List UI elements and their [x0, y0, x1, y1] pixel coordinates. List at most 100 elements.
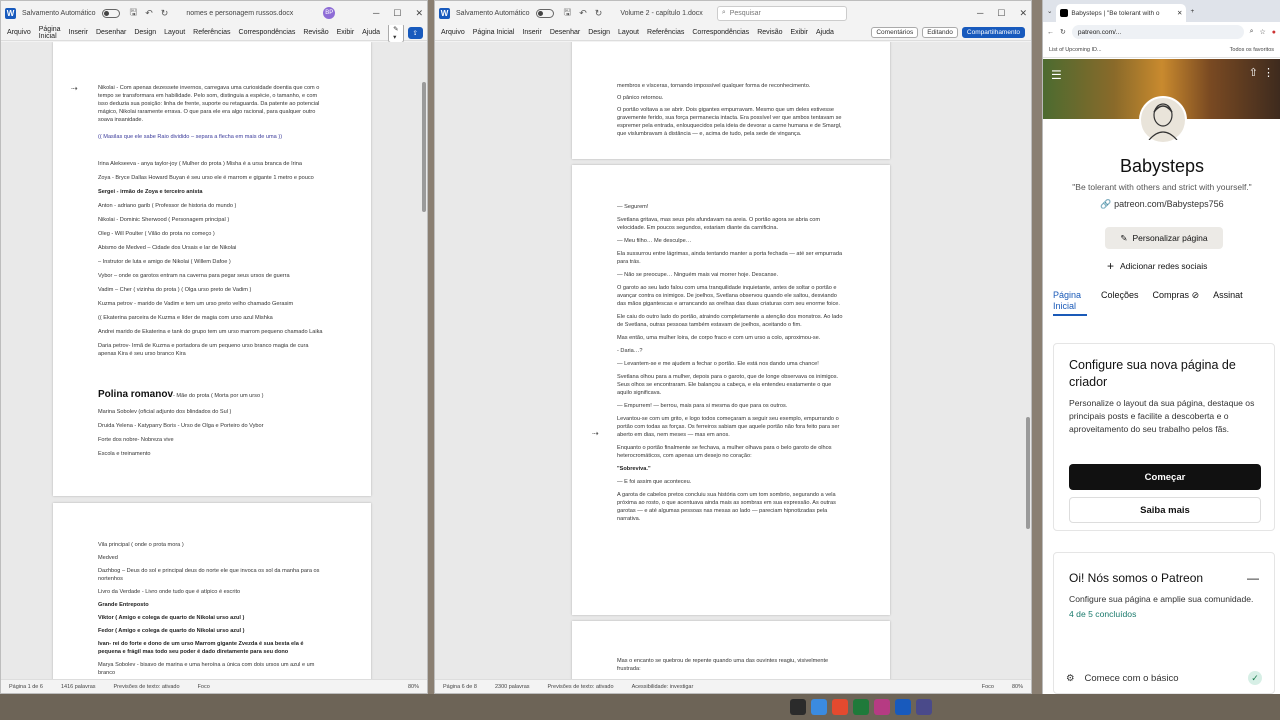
minimize-icon[interactable]: ─ [977, 8, 983, 18]
creator-avatar[interactable] [1139, 96, 1187, 144]
tab-list-icon[interactable]: ⌄ [1047, 7, 1052, 15]
tab-pagina-inicial[interactable]: Página Inicial [39, 26, 61, 40]
app-icon[interactable] [853, 699, 869, 715]
tab-referencias[interactable]: Referências [647, 29, 684, 36]
tab-desenhar[interactable]: Desenhar [96, 29, 126, 36]
tab-layout[interactable]: Layout [618, 29, 639, 36]
checklist-item[interactable]: ⚙ Comece com o básico ✓ [1066, 671, 1262, 685]
vertical-scrollbar[interactable] [1026, 417, 1030, 529]
app-icon[interactable] [916, 699, 932, 715]
tab-ajuda[interactable]: Ajuda [816, 29, 834, 36]
tab-design[interactable]: Design [134, 29, 156, 36]
text-predictions-status[interactable]: Previsões de texto: ativado [548, 684, 614, 690]
tab-inserir[interactable]: Inserir [522, 29, 541, 36]
share-button[interactable]: Compartilhamento [961, 27, 1025, 38]
document-page[interactable]: Vila principal ( onde o prota mora ) Medv… [53, 503, 371, 679]
tab-exibir[interactable]: Exibir [337, 29, 355, 36]
tab-inserir[interactable]: Inserir [69, 29, 88, 36]
back-icon[interactable]: ← [1047, 29, 1054, 36]
maximize-icon[interactable]: ☐ [997, 8, 1005, 19]
customize-page-button[interactable]: ✎ Personalizar página [1105, 227, 1223, 249]
tab-ajuda[interactable]: Ajuda [362, 29, 380, 36]
learn-more-button[interactable]: Saiba mais [1069, 497, 1261, 523]
bookmark-item[interactable]: List of Upcoming ID... [1049, 47, 1102, 53]
app-icon[interactable] [811, 699, 827, 715]
document-page[interactable]: ⇢ — Segurem! Svetlana gritava, mas seus p… [572, 165, 890, 615]
autosave-toggle[interactable] [535, 8, 554, 18]
browser-tab[interactable]: Babysteps | "Be tolerant with o ✕ [1056, 4, 1187, 22]
new-tab-icon[interactable]: + [1190, 8, 1194, 15]
share-icon[interactable]: ⇧ [1249, 66, 1258, 79]
tab-pagina-inicial[interactable]: Página Inicial [473, 29, 515, 36]
close-icon[interactable]: ✕ [415, 8, 423, 19]
editing-mode-button[interactable]: ✎ ▾ [388, 22, 404, 43]
document-page[interactable]: membros e vísceras, tornando impossível … [572, 42, 890, 159]
tab-revisao[interactable]: Revisão [757, 29, 782, 36]
text-predictions-status[interactable]: Previsões de texto: ativado [114, 684, 180, 690]
app-icon[interactable] [790, 699, 806, 715]
comments-button[interactable]: Comentários [871, 27, 919, 38]
start-button[interactable]: Começar [1069, 464, 1261, 490]
document-title[interactable]: Volume 2 - capítulo 1.docx [620, 10, 703, 17]
app-icon[interactable] [832, 699, 848, 715]
tab-correspondencias[interactable]: Correspondências [239, 29, 296, 36]
tab-arquivo[interactable]: Arquivo [441, 29, 465, 36]
app-icon[interactable] [874, 699, 890, 715]
tab-collections[interactable]: Coleções [1101, 290, 1139, 316]
document-page[interactable]: ⇢ Nikolai - Com apenas dezessete inverno… [53, 42, 371, 496]
refresh-icon[interactable]: ↻ [1060, 28, 1066, 36]
tab-correspondencias[interactable]: Correspondências [692, 29, 749, 36]
document-title[interactable]: nomes e personagem russos.docx [186, 10, 293, 17]
editing-mode-button[interactable]: Editando [922, 27, 958, 38]
all-bookmarks[interactable]: Todos os favoritos [1230, 47, 1274, 53]
user-avatar[interactable]: BP [323, 7, 336, 19]
paragraph-handle-icon[interactable]: ⇢ [71, 84, 78, 93]
zoom-level[interactable]: 80% [1012, 684, 1023, 690]
tab-home[interactable]: Página Inicial [1053, 290, 1087, 316]
more-icon[interactable]: ⋮ [1263, 66, 1274, 79]
word-count[interactable]: 2300 palavras [495, 684, 530, 690]
close-tab-icon[interactable]: ✕ [1177, 9, 1182, 17]
tab-purchases[interactable]: Compras ⊘ [1153, 290, 1200, 316]
zoom-level[interactable]: 80% [408, 684, 419, 690]
tab-referencias[interactable]: Referências [193, 29, 230, 36]
profile-icon[interactable]: ● [1272, 29, 1276, 36]
page-count[interactable]: Página 6 de 8 [443, 684, 477, 690]
page-count[interactable]: Página 1 de 6 [9, 684, 43, 690]
tab-desenhar[interactable]: Desenhar [550, 29, 580, 36]
document-canvas[interactable]: membros e vísceras, tornando impossível … [435, 42, 1031, 679]
save-icon[interactable]: 🖫 [130, 5, 138, 21]
tab-memberships[interactable]: Assinat [1213, 290, 1243, 316]
maximize-icon[interactable]: ☐ [393, 8, 401, 19]
focus-button[interactable]: Foco [982, 684, 994, 690]
creator-link[interactable]: 🔗 patreon.com/Babysteps756 [1043, 199, 1280, 210]
focus-button[interactable]: Foco [198, 684, 210, 690]
collapse-icon[interactable]: — [1247, 571, 1259, 585]
tab-arquivo[interactable]: Arquivo [7, 29, 31, 36]
redo-icon[interactable]: ↻ [595, 8, 603, 19]
word-taskbar-icon[interactable] [895, 699, 911, 715]
undo-icon[interactable]: ↶ [579, 8, 587, 19]
word-count[interactable]: 1416 palavras [61, 684, 96, 690]
tab-layout[interactable]: Layout [164, 29, 185, 36]
star-icon[interactable]: ☆ [1259, 28, 1265, 36]
save-icon[interactable]: 🖫 [564, 5, 572, 21]
add-social-button[interactable]: + Adicionar redes sociais [1107, 259, 1207, 273]
accessibility-status[interactable]: Acessibilidade: investigar [632, 684, 694, 690]
share-button[interactable]: ⇪ [407, 26, 423, 39]
paragraph-handle-icon[interactable]: ⇢ [592, 429, 599, 438]
menu-icon[interactable]: ☰ [1051, 68, 1062, 82]
minimize-icon[interactable]: ─ [373, 8, 379, 18]
close-icon[interactable]: ✕ [1019, 8, 1027, 19]
autosave-toggle[interactable] [101, 8, 120, 18]
tab-revisao[interactable]: Revisão [303, 29, 328, 36]
vertical-scrollbar[interactable] [422, 82, 426, 212]
tab-design[interactable]: Design [588, 29, 610, 36]
redo-icon[interactable]: ↻ [161, 8, 169, 19]
search-box[interactable]: ⌕ Pesquisar [716, 5, 847, 21]
address-bar[interactable]: patreon.com/... [1071, 25, 1244, 39]
tab-exibir[interactable]: Exibir [790, 29, 808, 36]
document-canvas[interactable]: ⇢ Nikolai - Com apenas dezessete inverno… [1, 42, 427, 679]
document-page[interactable]: Mas o encanto se quebrou de repente quan… [572, 621, 890, 679]
zoom-icon[interactable]: ⌕ [1250, 28, 1254, 36]
